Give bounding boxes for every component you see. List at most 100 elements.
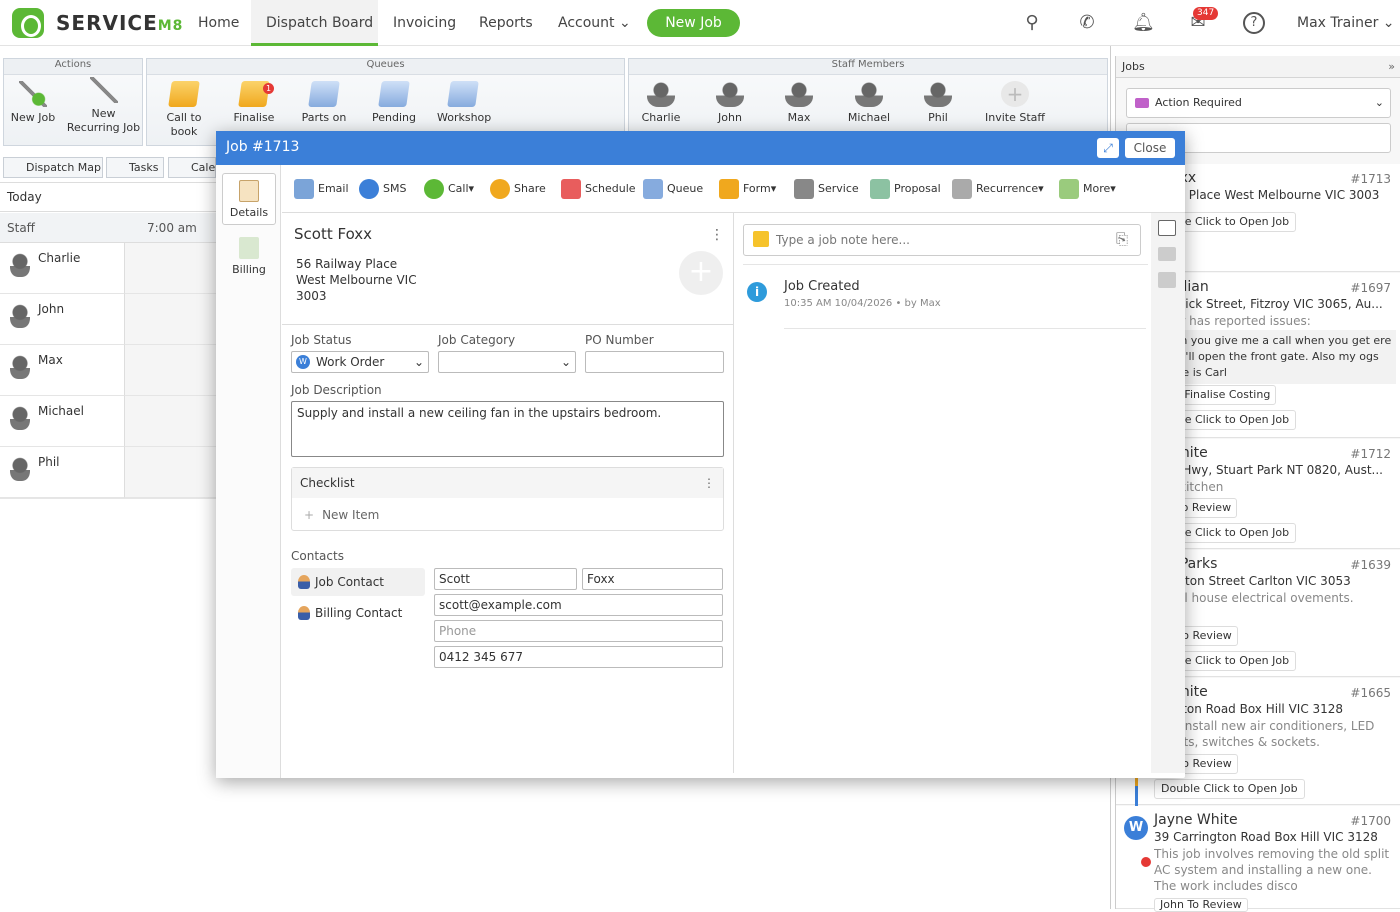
expand-icon[interactable]: ⤢ xyxy=(1097,138,1119,158)
notes-icon[interactable] xyxy=(1158,220,1176,236)
call-action[interactable]: Call▾ xyxy=(424,178,474,200)
tab-dispatch-map[interactable]: Dispatch Map xyxy=(3,157,103,178)
queue-action[interactable]: Queue xyxy=(643,178,703,200)
staff-michael[interactable]: Michael xyxy=(844,81,894,125)
nav-account[interactable]: Account ⌄ xyxy=(558,0,631,46)
plus-icon: + xyxy=(304,508,315,522)
checklist: Checklist ⋮ + New Item xyxy=(291,467,724,531)
billing-icon xyxy=(239,237,259,259)
staff-row[interactable]: Michael xyxy=(0,396,124,447)
proposal-action[interactable]: Proposal xyxy=(870,178,941,200)
photo-icon[interactable] xyxy=(1158,247,1176,261)
job-address: 39 Carrington Road Box Hill VIC 3128 xyxy=(1154,830,1378,844)
invite-staff-button[interactable]: + Invite Staff xyxy=(984,81,1046,125)
job-description-textarea[interactable]: Supply and install a new ceiling fan in … xyxy=(291,401,724,457)
nav-home[interactable]: Home xyxy=(198,0,239,46)
staff-max[interactable]: Max xyxy=(775,81,823,125)
phone-icon xyxy=(424,179,444,199)
actions-title: Actions xyxy=(4,59,142,75)
queues-title: Queues xyxy=(147,59,624,75)
recurrence-action[interactable]: Recurrence▾ xyxy=(952,178,1044,200)
close-button[interactable]: Close xyxy=(1125,138,1175,158)
tab-billing[interactable]: Billing xyxy=(222,231,276,283)
recurrence-icon xyxy=(952,179,972,199)
service-action[interactable]: Service xyxy=(794,178,859,200)
schedule-action[interactable]: Schedule xyxy=(561,178,636,200)
staff-charlie[interactable]: Charlie xyxy=(637,81,685,125)
time-slot[interactable] xyxy=(124,396,216,447)
staff-john[interactable]: John xyxy=(706,81,754,125)
email-field[interactable]: scott@example.com xyxy=(434,594,723,616)
sms-action[interactable]: SMS xyxy=(359,178,406,200)
po-number-input[interactable] xyxy=(585,351,724,373)
queue-parts-on[interactable]: Parts on xyxy=(299,81,349,125)
job-category-select[interactable]: ⌄ xyxy=(438,351,576,373)
staff-row[interactable]: Max xyxy=(0,345,124,396)
search-icon[interactable]: ⚲ xyxy=(1021,12,1043,34)
queue-call-to-book[interactable]: Call to book xyxy=(159,81,209,139)
first-name-input[interactable]: Scott xyxy=(434,568,577,590)
help-icon[interactable]: ? xyxy=(1243,12,1265,34)
billing-contact-tab[interactable]: Billing Contact xyxy=(291,599,425,627)
time-slot[interactable] xyxy=(124,447,216,498)
job-card[interactable]: W Jayne White #1700 39 Carrington Road Bo… xyxy=(1116,806,1400,912)
job-category-label: Job Category xyxy=(438,333,516,347)
more-options-icon[interactable]: ⋮ xyxy=(710,227,724,243)
phone-field[interactable]: Phone xyxy=(434,620,723,642)
job-note-input[interactable]: Type a job note here... xyxy=(743,224,1141,256)
new-job-tool[interactable]: New Job xyxy=(8,81,58,125)
nav-invoicing[interactable]: Invoicing xyxy=(393,0,456,46)
mobile-field[interactable]: 0412 345 677 xyxy=(434,646,723,668)
email-action[interactable]: Email xyxy=(294,178,349,200)
bell-icon[interactable]: 🔔︎ xyxy=(1132,12,1155,34)
queue-pending[interactable]: Pending xyxy=(369,81,419,125)
staff-row[interactable]: Charlie xyxy=(0,243,124,294)
time-slot[interactable] xyxy=(124,294,216,345)
nav-dispatch-board[interactable]: Dispatch Board xyxy=(251,0,378,46)
time-slot[interactable] xyxy=(124,345,216,396)
more-options-icon[interactable]: ⋮ xyxy=(703,468,715,498)
staff-row[interactable]: John xyxy=(0,294,124,345)
recurring-wrench-icon xyxy=(89,77,118,103)
tab-tasks[interactable]: Tasks xyxy=(106,157,164,178)
new-job-button[interactable]: New Job xyxy=(647,9,740,37)
proposal-icon xyxy=(870,179,890,199)
user-menu[interactable]: Max Trainer ⌄ xyxy=(1297,15,1395,31)
add-photo-button[interactable]: + xyxy=(679,251,723,295)
job-address: ilway Place West Melbourne VIC 3003 xyxy=(1154,188,1380,202)
servicem8-logo-icon[interactable] xyxy=(12,8,44,38)
new-checklist-item[interactable]: + New Item xyxy=(304,508,379,522)
phone-icon[interactable]: ✆ xyxy=(1076,12,1098,34)
paperclip-icon[interactable]: ⎘ xyxy=(1116,230,1128,248)
staff-row[interactable]: Phil xyxy=(0,447,124,498)
job-number: #1639 xyxy=(1350,558,1391,572)
sticky-note-icon xyxy=(753,231,769,247)
jobs-header: Jobs» xyxy=(1116,56,1400,78)
job-modal: Job #1713 ⤢ Close Details Billing Email … xyxy=(216,131,1185,778)
customer-name[interactable]: Scott Foxx xyxy=(294,225,372,243)
avatar xyxy=(10,304,30,328)
tab-calendar[interactable]: Caler xyxy=(168,157,220,178)
share-action[interactable]: Share xyxy=(490,178,546,200)
collapse-icon[interactable]: » xyxy=(1388,56,1395,78)
notification-badge: 347 xyxy=(1193,7,1219,20)
job-number: #1665 xyxy=(1350,686,1391,700)
job-address: wanston Street Carlton VIC 3053 xyxy=(1154,574,1351,588)
staff-phil[interactable]: Phil xyxy=(914,81,962,125)
form-action[interactable]: Form▾ xyxy=(719,178,776,200)
folder-icon xyxy=(643,179,663,199)
open-job-hint[interactable]: Double Click to Open Job xyxy=(1154,779,1305,799)
jobs-filter-select[interactable]: Action Required ⌄ xyxy=(1126,88,1391,118)
last-name-input[interactable]: Foxx xyxy=(582,568,723,590)
queue-workshop[interactable]: Workshop xyxy=(437,81,491,125)
nav-reports[interactable]: Reports xyxy=(479,0,533,46)
job-status-select[interactable]: W Work Order ⌄ xyxy=(291,351,429,373)
job-contact-tab[interactable]: Job Contact xyxy=(291,568,425,596)
today-label: Today xyxy=(7,190,42,204)
time-slot[interactable] xyxy=(124,243,216,294)
new-recurring-job-tool[interactable]: New Recurring Job xyxy=(66,77,141,135)
modal-header: Job #1713 ⤢ Close xyxy=(216,131,1185,165)
more-action[interactable]: More▾ xyxy=(1059,178,1116,200)
tab-details[interactable]: Details xyxy=(222,173,276,225)
documents-icon[interactable] xyxy=(1158,272,1176,288)
